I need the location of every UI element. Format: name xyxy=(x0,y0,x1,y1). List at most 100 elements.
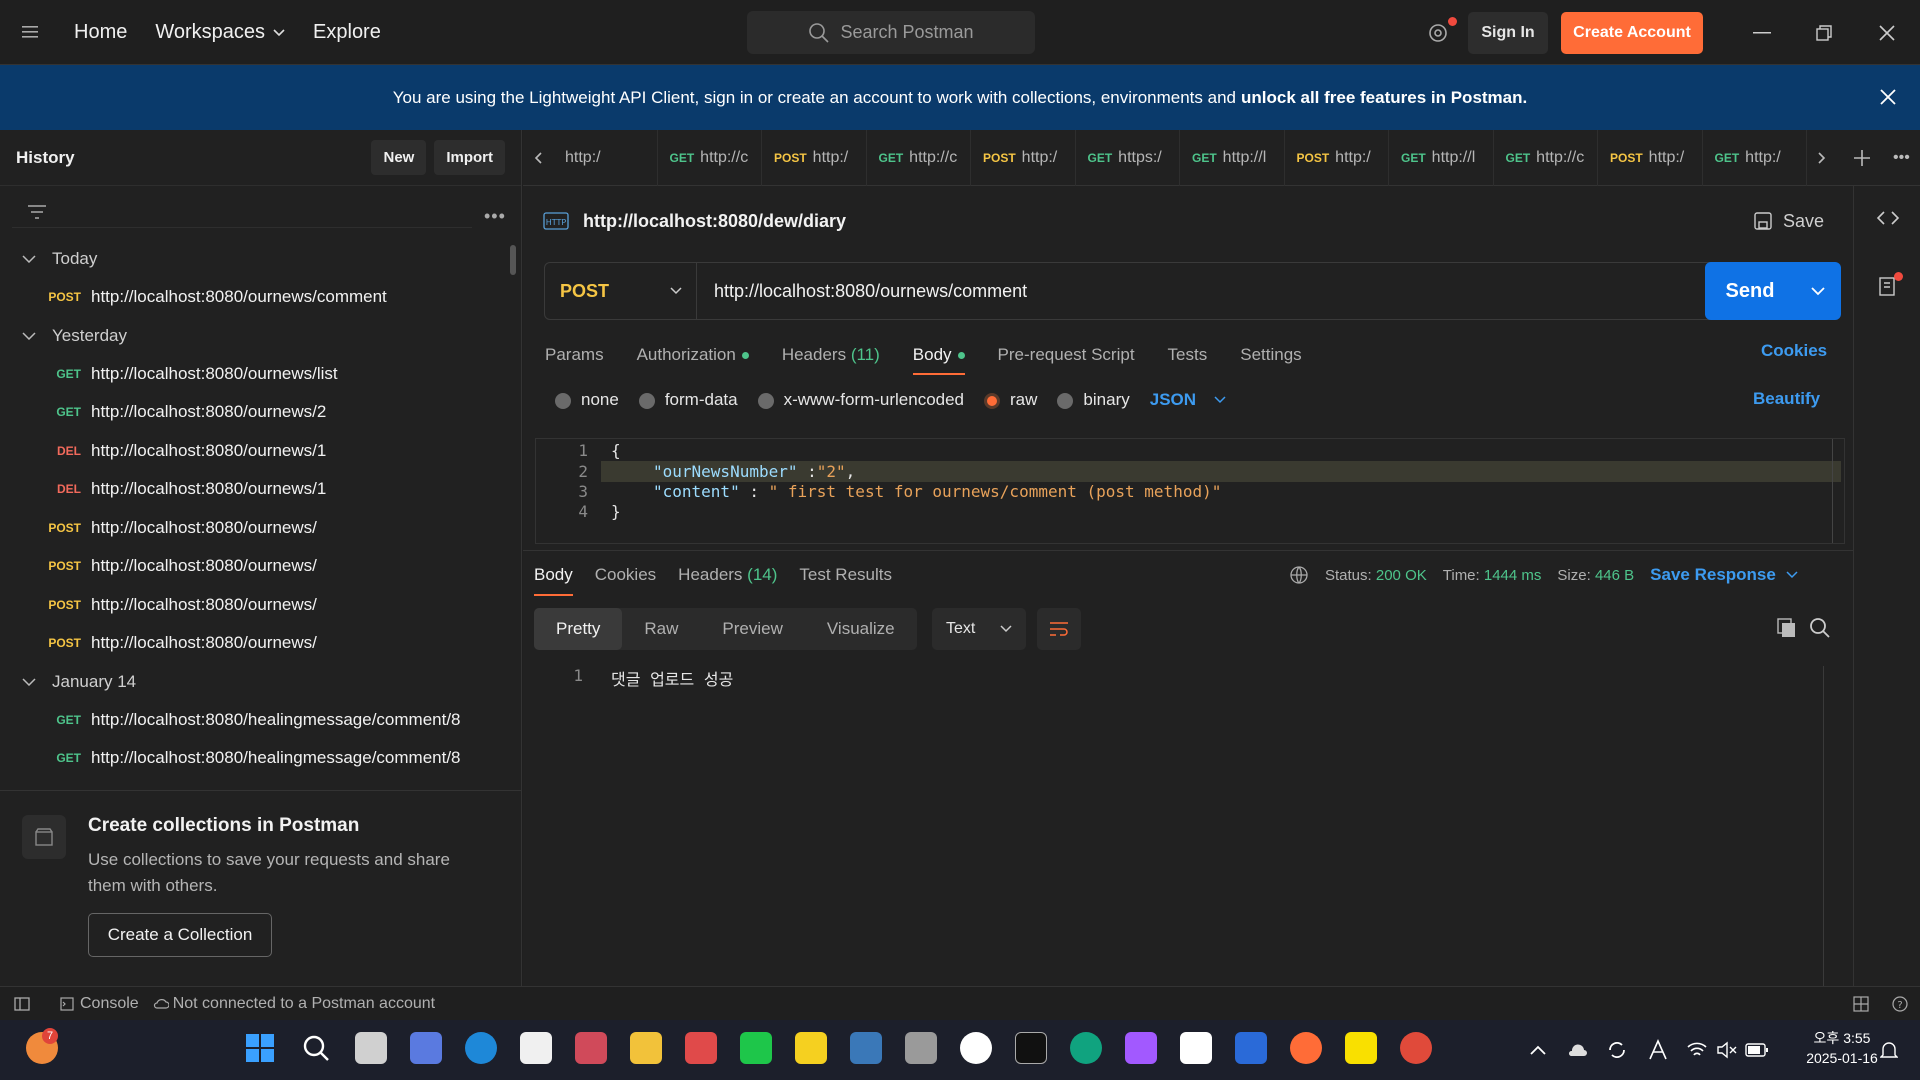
request-tab[interactable]: POST http:/ xyxy=(1598,129,1703,186)
nav-workspaces[interactable]: Workspaces xyxy=(155,21,285,44)
history-item[interactable]: POST http://localhost:8080/ournews/ xyxy=(0,586,505,625)
url-input[interactable]: http://localhost:8080/ournews/comment xyxy=(697,281,1717,302)
save-response-button[interactable]: Save Response xyxy=(1650,565,1798,585)
tab-tests[interactable]: Tests xyxy=(1168,345,1208,365)
tab-params[interactable]: Params xyxy=(545,345,604,365)
create-account-button[interactable]: Create Account xyxy=(1561,12,1703,54)
format-select[interactable]: JSON xyxy=(1150,390,1226,410)
history-item[interactable]: GET http://localhost:8080/healingmessage/… xyxy=(0,701,505,740)
sync-icon[interactable] xyxy=(1606,1039,1628,1061)
volume-muted-icon[interactable] xyxy=(1716,1041,1738,1059)
naver-icon[interactable] xyxy=(740,1032,772,1064)
gear-icon[interactable] xyxy=(1425,20,1451,46)
copilot-icon[interactable] xyxy=(410,1032,442,1064)
radio-none[interactable]: none xyxy=(555,390,619,410)
history-item[interactable]: GET http://localhost:8080/ournews/2 xyxy=(0,393,505,432)
request-tab[interactable]: POST http:/ xyxy=(762,129,867,186)
chrome-icon[interactable] xyxy=(1400,1032,1432,1064)
chevron-left-icon[interactable] xyxy=(523,130,553,186)
chatgpt-icon[interactable] xyxy=(1070,1032,1102,1064)
response-format-select[interactable]: Text xyxy=(932,608,1026,650)
radio-binary[interactable]: binary xyxy=(1057,390,1130,410)
create-collection-button[interactable]: Create a Collection xyxy=(88,913,272,957)
file-explorer-icon[interactable] xyxy=(630,1032,662,1064)
history-item[interactable]: GET http://localhost:8080/healingmessage/… xyxy=(0,739,505,778)
tab-preview[interactable]: Preview xyxy=(700,608,804,650)
group-today[interactable]: Today xyxy=(0,240,505,278)
app-icon[interactable] xyxy=(575,1032,607,1064)
response-scrollbar[interactable] xyxy=(1823,666,1824,986)
notification-bell-icon[interactable] xyxy=(1880,1040,1898,1060)
console-button[interactable]: Console xyxy=(80,995,139,1013)
chevron-up-icon[interactable] xyxy=(1530,1045,1546,1055)
tab-response-body[interactable]: Body xyxy=(534,565,573,596)
history-item[interactable]: DEL http://localhost:8080/ournews/1 xyxy=(0,470,505,509)
radio-raw[interactable]: raw xyxy=(984,390,1037,410)
nav-explore[interactable]: Explore xyxy=(313,21,381,44)
plus-icon[interactable] xyxy=(1837,130,1887,186)
ime-icon[interactable] xyxy=(1648,1039,1668,1061)
request-tab[interactable]: http:/ xyxy=(553,129,658,186)
request-tab[interactable]: POST http:/ xyxy=(971,129,1076,186)
tab-response-cookies[interactable]: Cookies xyxy=(595,565,656,585)
tab-pretty[interactable]: Pretty xyxy=(534,608,623,650)
battery-icon[interactable] xyxy=(1745,1043,1769,1057)
chevron-right-icon[interactable] xyxy=(1807,130,1837,186)
sidebar-toggle-icon[interactable] xyxy=(14,996,30,1011)
task-view-icon[interactable] xyxy=(355,1032,387,1064)
radio-x-www-form-urlencoded[interactable]: x-www-form-urlencoded xyxy=(757,390,964,410)
more-options-icon[interactable]: ••• xyxy=(484,206,506,227)
help-icon[interactable]: ? xyxy=(1892,995,1908,1012)
cookies-link[interactable]: Cookies xyxy=(1761,341,1827,361)
history-item[interactable]: POST http://localhost:8080/ournews/ xyxy=(0,547,505,586)
python-icon[interactable] xyxy=(850,1032,882,1064)
windows-start-icon[interactable] xyxy=(244,1032,276,1064)
request-tab[interactable]: GET http://l xyxy=(1389,129,1494,186)
search-input[interactable]: Search Postman xyxy=(747,11,1035,54)
tab-pre-request-script[interactable]: Pre-request Script xyxy=(998,345,1135,365)
request-tab[interactable]: GET https:/ xyxy=(1076,129,1180,186)
request-tab[interactable]: POST http:/ xyxy=(1285,129,1389,186)
code-icon[interactable] xyxy=(1876,208,1900,228)
history-item[interactable]: DEL http://localhost:8080/ournews/1 xyxy=(0,432,505,471)
onedrive-icon[interactable] xyxy=(1566,1042,1588,1058)
sticky-notes-icon[interactable] xyxy=(795,1032,827,1064)
tab-body[interactable]: Body xyxy=(912,345,965,375)
tab-authorization[interactable]: Authorization xyxy=(637,345,749,365)
sign-in-button[interactable]: Sign In xyxy=(1468,12,1548,54)
close-window-button[interactable] xyxy=(1872,18,1902,48)
share-app-icon[interactable] xyxy=(1235,1032,1267,1064)
notion-icon[interactable] xyxy=(1180,1032,1212,1064)
body-editor[interactable]: 1 2 3 4 { "ourNewsNumber" :"2", "content… xyxy=(535,438,1845,544)
request-tab[interactable]: GET http://c xyxy=(867,129,971,186)
nav-home[interactable]: Home xyxy=(74,21,127,44)
postman-icon[interactable] xyxy=(1290,1032,1322,1064)
import-button[interactable]: Import xyxy=(434,140,505,175)
request-name[interactable]: http://localhost:8080/dew/diary xyxy=(583,211,846,232)
minimize-button[interactable] xyxy=(1747,18,1777,48)
edge-icon[interactable] xyxy=(465,1032,497,1064)
group-january-14[interactable]: January 14 xyxy=(0,663,505,701)
tab-raw[interactable]: Raw xyxy=(622,608,700,650)
send-button[interactable]: Send xyxy=(1705,262,1841,320)
search-icon[interactable] xyxy=(1809,617,1831,639)
request-tab[interactable]: GET http:/ xyxy=(1703,129,1807,186)
sidebar-scrollbar[interactable] xyxy=(510,245,516,275)
request-tab[interactable]: GET http://c xyxy=(1494,129,1598,186)
search-icon[interactable] xyxy=(300,1032,332,1064)
history-item[interactable]: POST http://localhost:8080/ournews/ xyxy=(0,509,505,548)
sync-app-icon[interactable] xyxy=(685,1032,717,1064)
tab-test-results[interactable]: Test Results xyxy=(799,565,892,585)
beautify-button[interactable]: Beautify xyxy=(1753,389,1820,409)
save-button[interactable]: Save xyxy=(1753,206,1824,236)
kakaotalk-icon[interactable] xyxy=(1345,1032,1377,1064)
layout-icon[interactable] xyxy=(1853,995,1869,1012)
figma-icon[interactable] xyxy=(1125,1032,1157,1064)
history-item[interactable]: GET http://localhost:8080/ournews/list xyxy=(0,355,505,394)
new-button[interactable]: New xyxy=(371,140,427,175)
globe-icon[interactable] xyxy=(1289,565,1309,585)
editor-scrollbar[interactable] xyxy=(1832,439,1833,543)
method-select[interactable]: POST xyxy=(545,263,697,319)
terminal-icon[interactable] xyxy=(1015,1032,1047,1064)
tab-response-headers[interactable]: Headers (14) xyxy=(678,565,777,585)
